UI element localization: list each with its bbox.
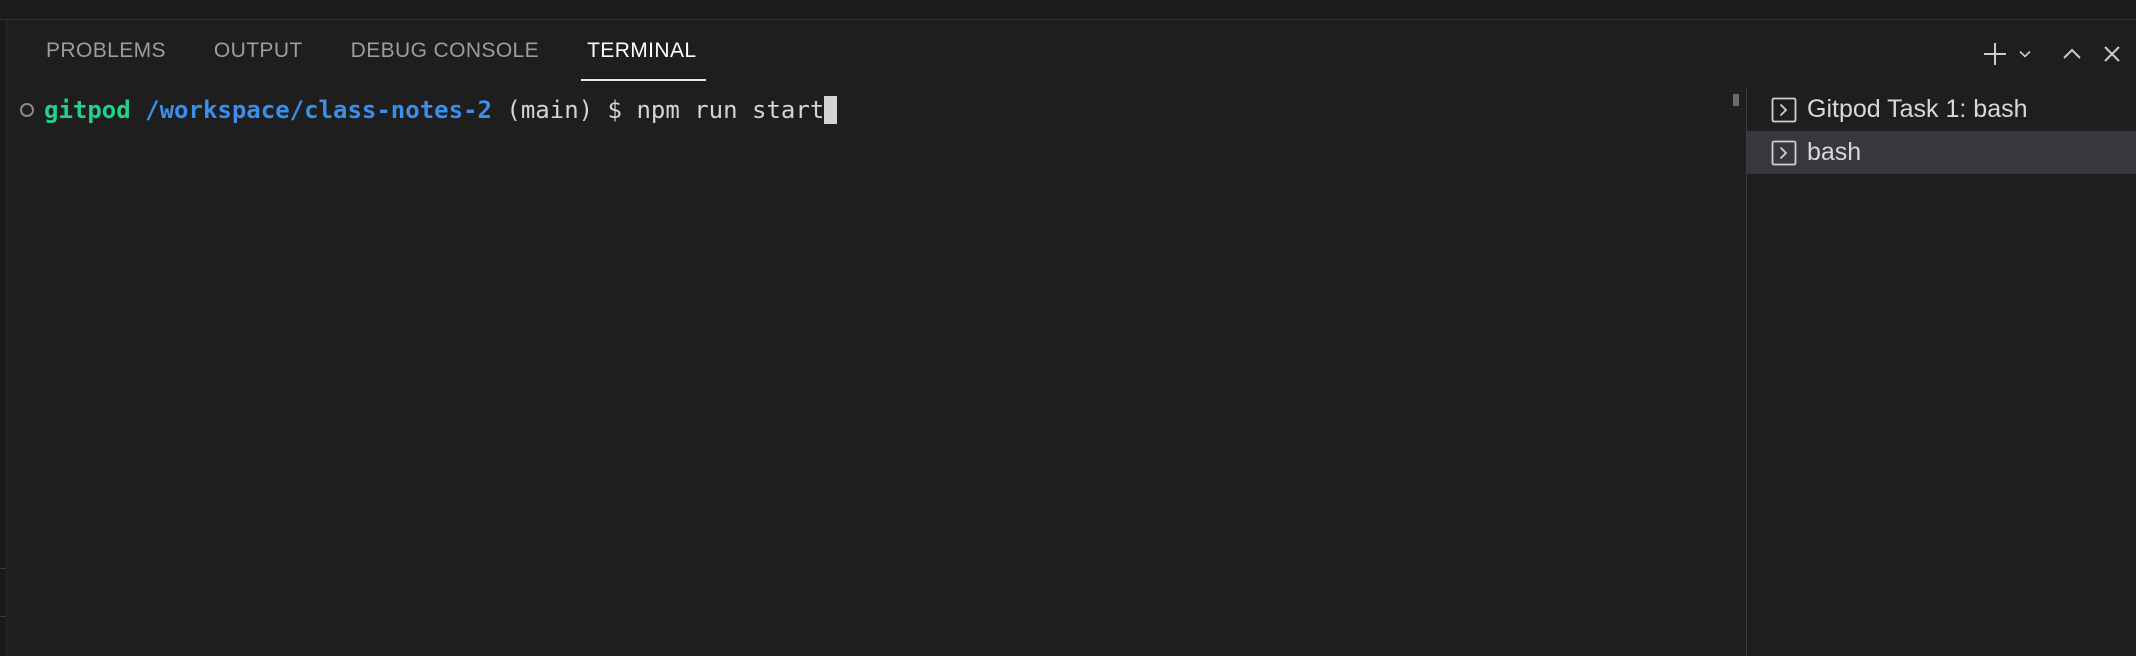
tab-debug-console[interactable]: DEBUG CONSOLE: [341, 20, 549, 82]
terminal-view[interactable]: gitpod /workspace/class-notes-2 (main) $…: [8, 88, 1744, 656]
terminal-tab-gitpod-task[interactable]: Gitpod Task 1: bash: [1747, 88, 2136, 131]
editor-bottom-edge: [0, 0, 2136, 20]
terminal-icon: [1771, 97, 1797, 123]
chevron-down-icon: [2019, 50, 2031, 58]
terminal-icon: [1771, 140, 1797, 166]
terminal-command: npm run start: [636, 96, 825, 124]
panel-actions: [1978, 20, 2136, 88]
command-decoration-icon: [20, 103, 34, 117]
prompt-path: /workspace/class-notes-2: [145, 96, 492, 124]
terminal-tab-bash[interactable]: bash: [1747, 131, 2136, 174]
tab-label: TERMINAL: [587, 39, 697, 62]
new-terminal-button[interactable]: [1978, 34, 2012, 74]
activity-bar-edge: [0, 20, 7, 656]
edge-divider: [0, 616, 6, 617]
close-icon: [2104, 46, 2120, 62]
terminal-cursor: [824, 96, 838, 124]
tab-label: OUTPUT: [213, 39, 303, 62]
tab-output[interactable]: OUTPUT: [204, 20, 313, 82]
scrollbar-indicator[interactable]: [1733, 94, 1739, 106]
prompt-user: gitpod: [44, 96, 131, 124]
terminal-tab-label: Gitpod Task 1: bash: [1807, 95, 2028, 123]
terminal-tab-label: bash: [1807, 138, 1862, 166]
maximize-panel-button[interactable]: [2052, 34, 2092, 74]
tab-problems[interactable]: PROBLEMS: [36, 20, 176, 82]
tab-terminal[interactable]: TERMINAL: [577, 20, 707, 82]
chevron-up-icon: [2063, 48, 2081, 59]
panel-tabs: PROBLEMS OUTPUT DEBUG CONSOLE TERMINAL: [36, 20, 734, 82]
terminal-prompt-line: gitpod /workspace/class-notes-2 (main) $…: [20, 92, 838, 128]
close-panel-button[interactable]: [2092, 34, 2132, 74]
tab-label: PROBLEMS: [46, 39, 166, 62]
terminal-tabs-list: Gitpod Task 1: bash bash: [1746, 88, 2136, 656]
plus-icon: [1984, 43, 2006, 65]
edge-divider: [0, 568, 6, 569]
tab-label: DEBUG CONSOLE: [350, 39, 540, 62]
prompt-branch: (main) $: [506, 96, 637, 124]
launch-profile-button[interactable]: [2012, 34, 2038, 74]
